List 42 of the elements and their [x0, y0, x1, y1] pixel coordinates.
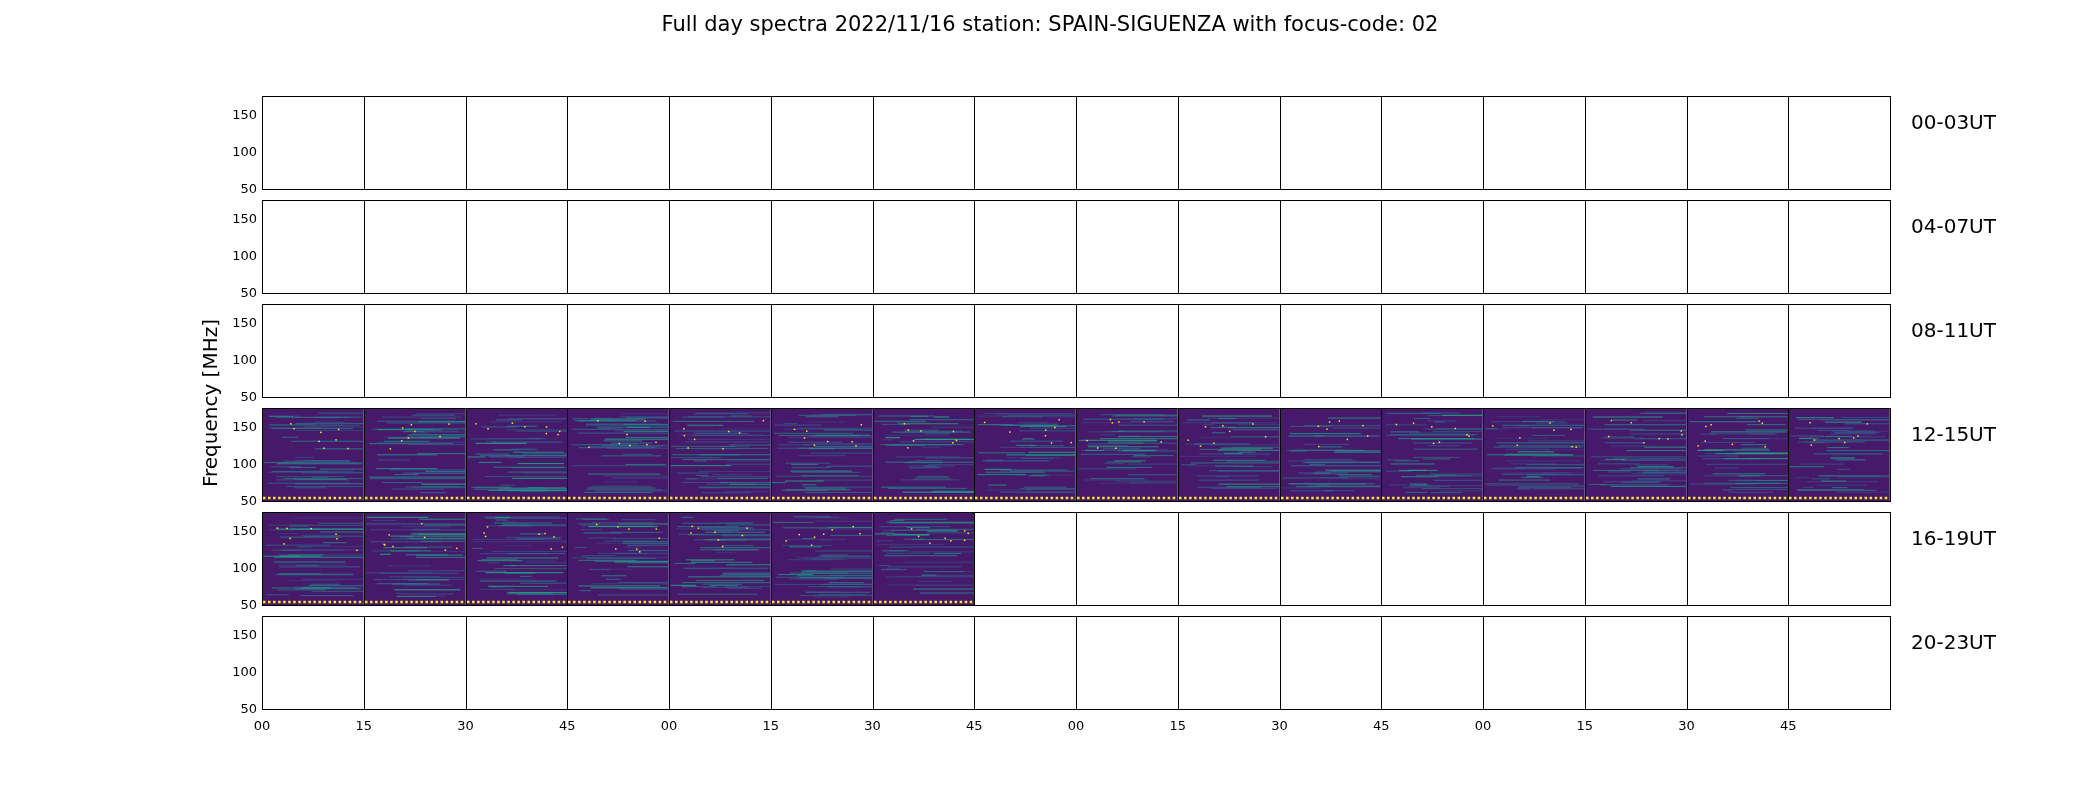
x-tick-label: 00	[1067, 718, 1085, 733]
row-label: 20-23UT	[1910, 629, 1996, 656]
y-tick-label: 50	[240, 597, 257, 613]
y-tick-label: 150	[232, 315, 257, 331]
y-tick-label: 150	[232, 211, 257, 227]
y-tick-label: 100	[232, 456, 257, 472]
y-tick-label: 50	[240, 181, 257, 197]
x-tick-label: 45	[1373, 718, 1390, 733]
y-axis-label: Frequency [MHz]	[198, 319, 222, 488]
x-tick-label: 45	[966, 718, 983, 733]
x-tick-label: 30	[1678, 718, 1695, 733]
x-tick-label: 30	[864, 718, 881, 733]
figure-title: Full day spectra 2022/11/16 station: SPAIN-SIGUENZA with focus-code: 02	[660, 11, 1440, 38]
y-tick-label: 150	[232, 107, 257, 123]
y-tick-label: 100	[232, 560, 257, 576]
y-tick-label: 100	[232, 248, 257, 264]
row-label: 08-11UT	[1910, 317, 1996, 344]
row-label: 00-03UT	[1910, 109, 1996, 136]
y-tick-label: 150	[232, 627, 257, 643]
y-tick-label: 50	[240, 285, 257, 301]
y-tick-label: 150	[232, 419, 257, 435]
x-tick-label: 15	[355, 718, 372, 733]
y-tick-label: 100	[232, 144, 257, 160]
x-tick-label: 00	[660, 718, 678, 733]
x-tick-label: 15	[762, 718, 779, 733]
y-tick-label: 150	[232, 523, 257, 539]
x-tick-label: 45	[559, 718, 576, 733]
x-tick-label: 30	[1271, 718, 1288, 733]
row-label: 04-07UT	[1910, 213, 1996, 240]
y-tick-label: 50	[240, 389, 257, 405]
y-tick-label: 50	[240, 493, 257, 509]
y-tick-label: 50	[240, 701, 257, 717]
y-tick-label: 100	[232, 352, 257, 368]
x-tick-label: 45	[1780, 718, 1797, 733]
x-tick-label: 15	[1169, 718, 1186, 733]
x-tick-label: 30	[457, 718, 474, 733]
x-tick-label: 00	[253, 718, 271, 733]
row-label: 12-15UT	[1910, 421, 1996, 448]
x-tick-label: 00	[1474, 718, 1492, 733]
y-tick-label: 100	[232, 664, 257, 680]
row-label: 16-19UT	[1910, 525, 1996, 552]
x-tick-label: 15	[1576, 718, 1593, 733]
